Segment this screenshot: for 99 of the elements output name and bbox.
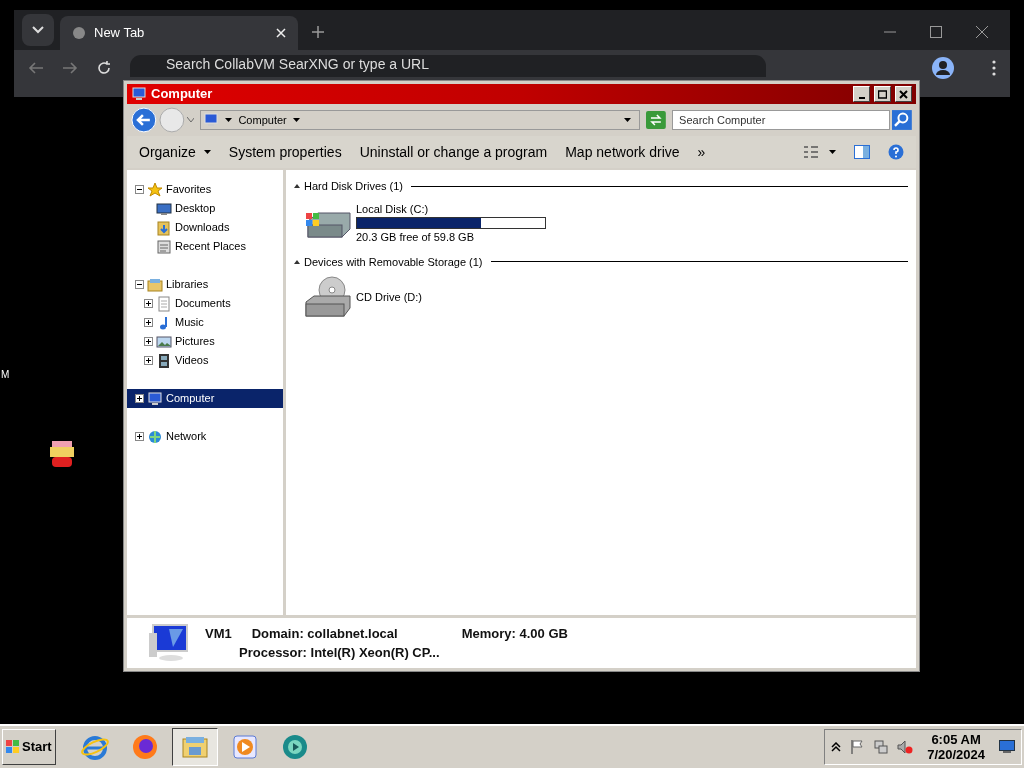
globe-icon [72, 26, 86, 40]
drive-tile[interactable]: Local Disk (C:) 20.3 GB free of 59.8 GB [304, 198, 550, 248]
globe-icon [280, 733, 309, 761]
sidebar-item[interactable]: Documents [127, 294, 283, 313]
reload-icon[interactable] [96, 60, 112, 76]
drive-name: CD Drive (D:) [356, 289, 422, 305]
toolbar-button[interactable]: System properties [228, 141, 342, 163]
toolbar-button[interactable]: » [697, 141, 706, 163]
cd-drive-icon [304, 276, 352, 318]
maximize-button[interactable] [874, 86, 891, 102]
film-icon [156, 352, 172, 369]
speaker-muted-icon[interactable] [897, 739, 914, 755]
drive-tile[interactable]: CD Drive (D:) [304, 274, 550, 320]
toolbar-button[interactable]: Uninstall or change a program [359, 141, 548, 163]
back-icon[interactable] [28, 60, 44, 76]
computer-icon [203, 112, 220, 128]
windows-logo-icon [6, 740, 20, 754]
sidebar-item[interactable]: Network [127, 427, 283, 446]
sidebar-item[interactable]: Videos [127, 351, 283, 370]
star-icon [147, 181, 163, 198]
folder-icon [147, 276, 163, 293]
minimize-button[interactable] [853, 86, 870, 102]
domain-text: Domain: collabnet.local [251, 624, 399, 643]
window-title: Computer [151, 85, 214, 104]
chevron-down-icon [32, 26, 44, 34]
collapse-icon[interactable] [294, 184, 300, 189]
search-field[interactable]: Search Computer [672, 110, 891, 130]
sidebar-item[interactable]: Recent Places [127, 237, 283, 256]
new-tab-icon[interactable] [312, 26, 324, 38]
collapse-icon[interactable] [294, 259, 300, 264]
computer-icon [147, 390, 163, 407]
breadcrumb-item[interactable]: Computer [238, 111, 287, 129]
group-header[interactable]: Hard Disk Drives (1) [304, 178, 403, 195]
caret-icon [225, 118, 233, 122]
sidebar-item[interactable]: Music [127, 313, 283, 332]
expand-icon[interactable] [144, 299, 153, 308]
expand-icon[interactable] [144, 318, 153, 327]
expand-icon[interactable] [135, 394, 144, 403]
desktop-label: M [1, 368, 10, 382]
clock-date: 7/20/2024 [927, 747, 985, 762]
caret-icon [203, 150, 211, 154]
caret-icon [292, 118, 300, 122]
close-icon [899, 89, 908, 99]
chevron-up-icon[interactable] [831, 742, 842, 752]
sidebar-item[interactable]: Desktop [127, 199, 283, 218]
start-button[interactable]: Start [2, 729, 56, 765]
taskbar-app[interactable] [171, 728, 218, 766]
processor-text: Processor: Intel(R) Xeon(R) CP... [239, 644, 441, 662]
help-icon[interactable] [888, 144, 904, 160]
close-icon[interactable] [976, 26, 988, 38]
flag-icon[interactable] [849, 739, 866, 755]
menu-icon[interactable] [992, 60, 996, 76]
computer-name: VM1 [205, 624, 232, 643]
profile-icon[interactable] [932, 57, 954, 79]
document-icon [156, 295, 172, 312]
address-field[interactable]: Computer [200, 110, 641, 130]
network-icon[interactable] [873, 739, 890, 755]
expand-icon[interactable] [135, 432, 144, 441]
computer-icon [147, 623, 191, 663]
expand-icon[interactable] [144, 337, 153, 346]
clock-time: 6:05 AM [931, 732, 981, 747]
sidebar-item[interactable]: Downloads [127, 218, 283, 237]
picture-icon [156, 333, 172, 350]
address-bar[interactable]: Search CollabVM SearXNG or type a URL [130, 55, 766, 77]
sidebar-item[interactable]: Libraries [127, 275, 283, 294]
back-button[interactable] [131, 107, 157, 133]
browser-icon [130, 733, 159, 761]
network-icon [147, 428, 163, 445]
view-options-icon[interactable] [803, 145, 819, 159]
close-button[interactable] [895, 86, 912, 102]
search-icon[interactable] [892, 110, 912, 130]
group-header[interactable]: Devices with Removable Storage (1) [304, 253, 483, 270]
drive-name: Local Disk (C:) [356, 201, 430, 217]
sidebar-item[interactable]: Pictures [127, 332, 283, 351]
computer-icon [131, 86, 147, 102]
browser-tab[interactable]: New Tab [60, 16, 298, 50]
forward-icon[interactable] [62, 60, 78, 76]
caret-icon[interactable] [624, 118, 632, 122]
toolbar-button[interactable]: Organize [139, 141, 211, 163]
maximize-icon [878, 89, 887, 99]
maximize-icon[interactable] [930, 26, 942, 38]
media-player-icon [230, 733, 259, 761]
preview-pane-icon[interactable] [854, 145, 870, 159]
sidebar-item[interactable]: Computer [127, 389, 283, 408]
collapse-icon[interactable] [135, 185, 144, 194]
folder-icon [156, 238, 172, 255]
sidebar-item[interactable]: Favorites [127, 180, 283, 199]
collapse-icon[interactable] [135, 280, 144, 289]
monitor-icon [156, 200, 172, 217]
caret-icon[interactable] [829, 150, 836, 154]
tab-search-button[interactable] [22, 14, 54, 46]
folder-icon [156, 219, 172, 236]
drive-space-text: 20.3 GB free of 59.8 GB [356, 230, 475, 245]
expand-icon[interactable] [144, 356, 153, 365]
toolbar-button[interactable]: Map network drive [565, 141, 680, 163]
browser-icon [80, 733, 109, 761]
refresh-icon[interactable] [646, 111, 667, 129]
memory-text: Memory: 4.00 GB [461, 624, 568, 643]
show-desktop-icon[interactable] [999, 740, 1015, 754]
